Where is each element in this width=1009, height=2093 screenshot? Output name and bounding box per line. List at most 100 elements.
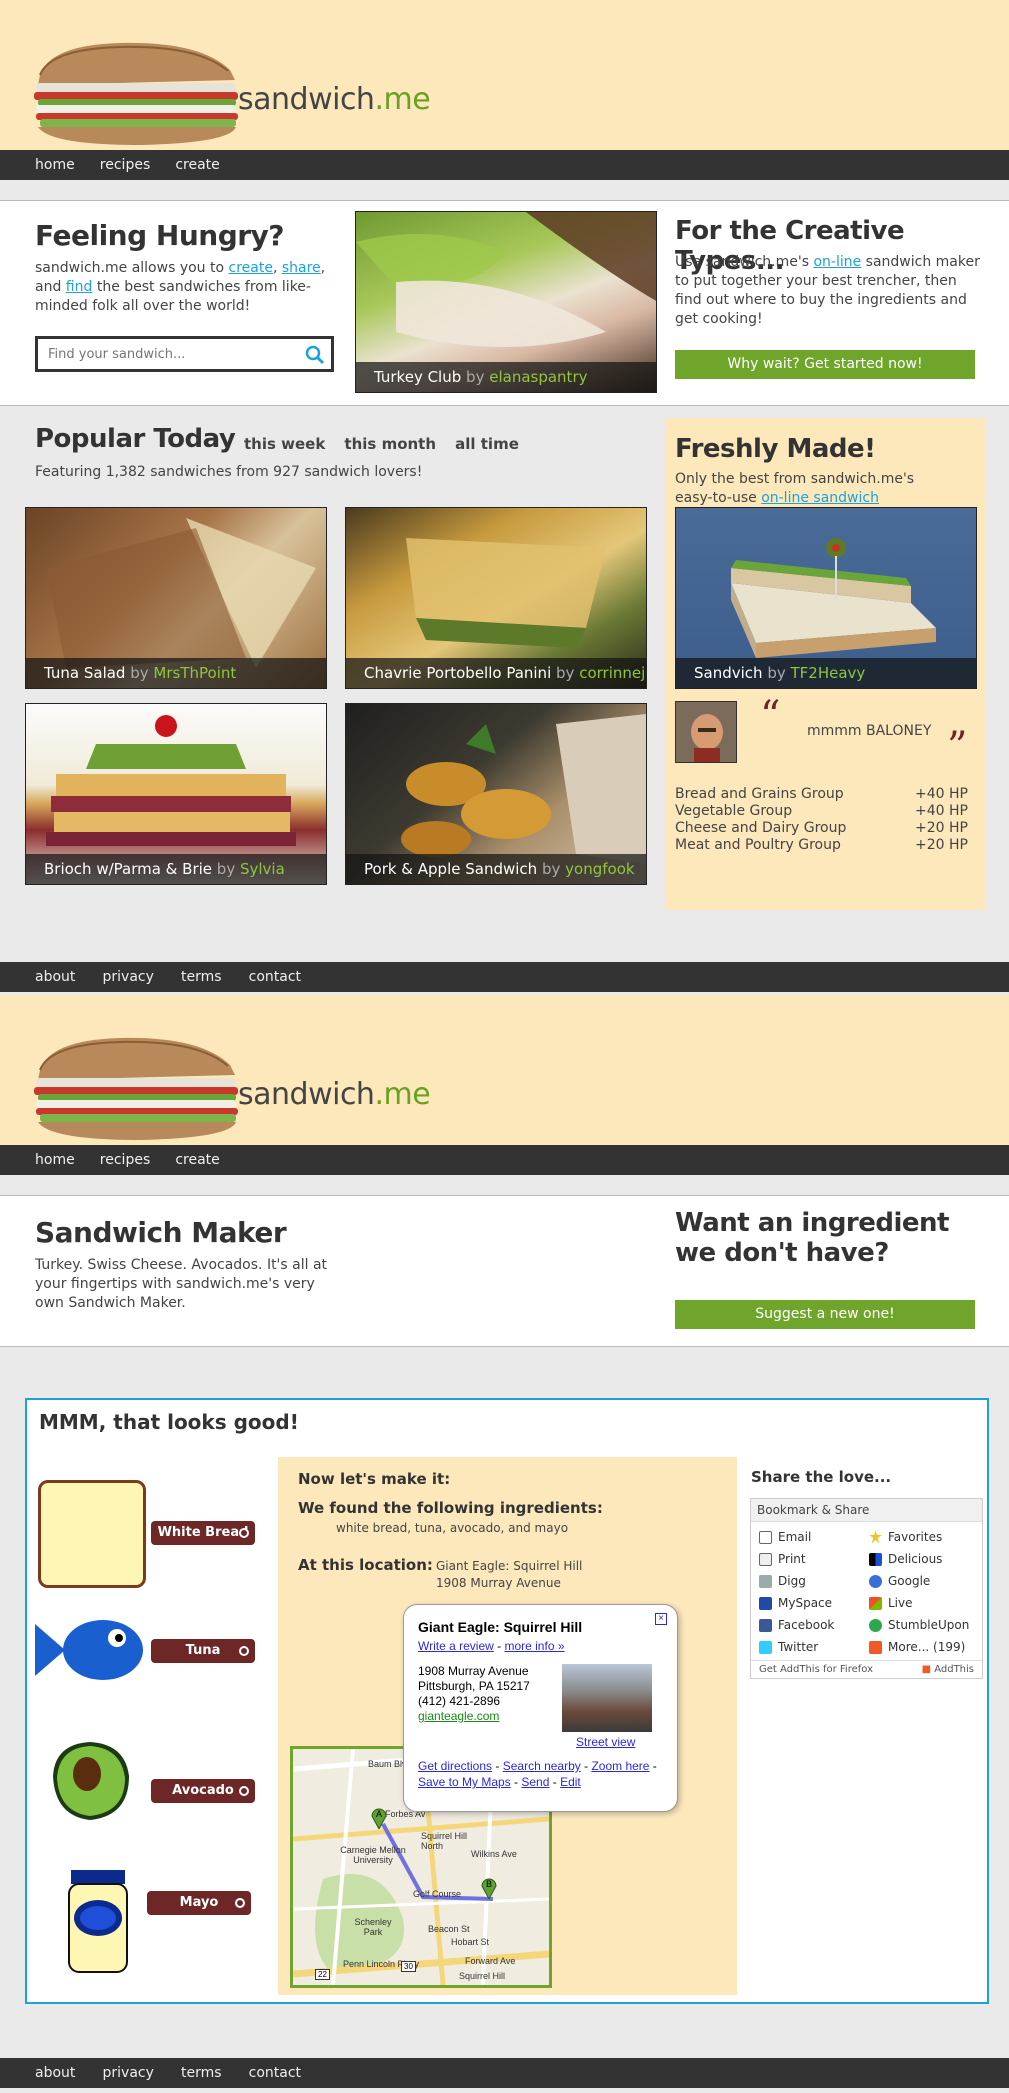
addthis-firefox-link[interactable]: Get AddThis for Firefox — [759, 1664, 873, 1675]
popular-item-2[interactable]: Chavrie Portobello Panini by corrinnej — [345, 507, 647, 689]
tab-this-week[interactable]: this week — [244, 435, 325, 453]
send-link[interactable]: Send — [521, 1775, 549, 1789]
radio-icon — [239, 1786, 249, 1796]
heavy-avatar[interactable] — [675, 701, 737, 763]
map-label: Schenley Park — [354, 1917, 392, 1937]
nav-home[interactable]: home — [35, 150, 75, 180]
sandwich-logo-image[interactable] — [30, 1030, 245, 1145]
bubble-links: Write a review - more info » — [418, 1639, 565, 1653]
more-info-link[interactable]: more info » — [504, 1639, 564, 1653]
stumbleupon-icon — [869, 1618, 882, 1632]
map-label: Forward Ave — [465, 1956, 516, 1966]
featured-author-link[interactable]: elanaspantry — [489, 368, 587, 386]
mayo-jar-icon[interactable] — [67, 1870, 129, 1974]
popular-tabs: this week this month all time — [244, 434, 533, 453]
footer-about[interactable]: about — [35, 969, 75, 985]
avocado-icon[interactable] — [45, 1736, 135, 1826]
footer-privacy[interactable]: privacy — [103, 969, 154, 985]
close-icon[interactable]: × — [655, 1613, 667, 1625]
site-logo-text[interactable]: sandwich.me — [238, 1077, 431, 1112]
footer-contact[interactable]: contact — [249, 969, 301, 985]
nav-recipes[interactable]: recipes — [100, 1145, 150, 1175]
sandwich-logo-image[interactable] — [30, 35, 245, 150]
search-icon[interactable] — [305, 345, 325, 365]
share-myspace[interactable]: MySpace — [759, 1594, 869, 1612]
write-review-link[interactable]: Write a review — [418, 1639, 494, 1653]
share-widget-footer: Get AddThis for Firefox ■ AddThis — [751, 1660, 982, 1678]
share-link[interactable]: share — [282, 260, 321, 276]
location-label: At this location: — [298, 1556, 433, 1574]
ingredient-avocado[interactable]: Avocado — [151, 1779, 255, 1803]
open-quote-icon: “ — [760, 693, 781, 739]
tab-this-month[interactable]: this month — [344, 435, 436, 453]
footer-contact[interactable]: contact — [249, 2065, 301, 2081]
found-list: white bread, tuna, avocado, and mayo — [336, 1521, 569, 1535]
map-marker-a-icon[interactable]: A — [371, 1807, 387, 1831]
site-logo-text[interactable]: sandwich.me — [238, 82, 431, 117]
sandvich-photo[interactable]: Sandvich by TF2Heavy — [675, 507, 977, 689]
white-bread-icon[interactable] — [38, 1480, 146, 1588]
zoom-here-link[interactable]: Zoom here — [591, 1759, 649, 1773]
ingredient-tuna[interactable]: Tuna — [151, 1639, 255, 1663]
sandwich-maker-box: MMM, that looks good! White Bread Tuna A… — [25, 1398, 989, 2004]
share-widget-header: Bookmark & Share — [751, 1499, 982, 1522]
footer-privacy[interactable]: privacy — [103, 2065, 154, 2081]
ingredient-mayo[interactable]: Mayo — [147, 1891, 251, 1915]
find-link[interactable]: find — [66, 279, 93, 295]
store-website-link[interactable]: gianteagle.com — [418, 1709, 530, 1724]
ingredient-white-bread[interactable]: White Bread — [151, 1521, 255, 1545]
footer-nav: about privacy terms contact — [0, 962, 1009, 992]
tuna-fish-icon[interactable] — [35, 1618, 143, 1682]
popular-item-4[interactable]: Pork & Apple Sandwich by yongfook — [345, 703, 647, 885]
nav-create[interactable]: create — [175, 150, 219, 180]
addthis-icon: ■ — [921, 1664, 932, 1675]
location-address: 1908 Murray Avenue — [436, 1576, 561, 1590]
search-nearby-link[interactable]: Search nearby — [503, 1759, 581, 1773]
quote-text: mmmm BALONEY — [807, 723, 932, 739]
creative-text: Use sandwich.me's on-line sandwich maker… — [675, 254, 980, 327]
share-live[interactable]: Live — [869, 1594, 979, 1612]
addthis-link[interactable]: ■ AddThis — [922, 1664, 974, 1675]
create-link[interactable]: create — [229, 260, 273, 276]
share-favorites[interactable]: Favorites — [869, 1528, 979, 1546]
share-google[interactable]: Google — [869, 1572, 979, 1590]
popular-item-1[interactable]: Tuna Salad by MrsThPoint — [25, 507, 327, 689]
share-delicious[interactable]: Delicious — [869, 1550, 979, 1568]
street-view-link[interactable]: Street view — [576, 1735, 635, 1749]
share-facebook[interactable]: Facebook — [759, 1616, 869, 1634]
share-digg[interactable]: Digg — [759, 1572, 869, 1590]
hero-intro: sandwich.me allows you to create, share,… — [35, 260, 326, 314]
share-print[interactable]: Print — [759, 1550, 869, 1568]
popular-item-3[interactable]: Brioch w/Parma & Brie by Sylvia — [25, 703, 327, 885]
footer-terms[interactable]: terms — [181, 969, 222, 985]
share-more[interactable]: More... (199) — [869, 1638, 979, 1656]
online-link[interactable]: on-line — [813, 254, 861, 270]
nav-create[interactable]: create — [175, 1145, 219, 1175]
map-marker-b-icon[interactable]: B — [481, 1877, 497, 1901]
myspace-icon — [759, 1596, 772, 1610]
get-directions-link[interactable]: Get directions — [418, 1759, 492, 1773]
edit-link[interactable]: Edit — [560, 1775, 581, 1789]
share-stumbleupon[interactable]: StumbleUpon — [869, 1616, 979, 1634]
nav-home[interactable]: home — [35, 1145, 75, 1175]
footer-terms[interactable]: terms — [181, 2065, 222, 2081]
share-twitter[interactable]: Twitter — [759, 1638, 869, 1656]
share-title: Share the love... — [751, 1468, 892, 1486]
nutrition-row: Meat and Poultry Group +20 HP — [675, 837, 968, 853]
radio-icon — [239, 1646, 249, 1656]
facebook-icon — [759, 1618, 772, 1632]
nutrition-row: Vegetable Group +40 HP — [675, 803, 968, 819]
map-label: Squirrel Hill — [459, 1971, 506, 1981]
site-header: sandwich.me — [0, 0, 1009, 150]
street-view-thumbnail[interactable] — [562, 1664, 652, 1732]
search-input[interactable] — [38, 339, 288, 369]
footer-about[interactable]: about — [35, 2065, 75, 2081]
save-to-maps-link[interactable]: Save to My Maps — [418, 1775, 511, 1789]
get-started-button[interactable]: Why wait? Get started now! — [675, 350, 975, 379]
featured-photo[interactable]: Turkey Club by elanaspantry — [355, 211, 657, 393]
nav-recipes[interactable]: recipes — [100, 150, 150, 180]
tab-all-time[interactable]: all time — [455, 435, 519, 453]
hero-section: Feeling Hungry? sandwich.me allows you t… — [0, 200, 1009, 406]
suggest-button[interactable]: Suggest a new one! — [675, 1300, 975, 1329]
share-email[interactable]: Email — [759, 1528, 869, 1546]
